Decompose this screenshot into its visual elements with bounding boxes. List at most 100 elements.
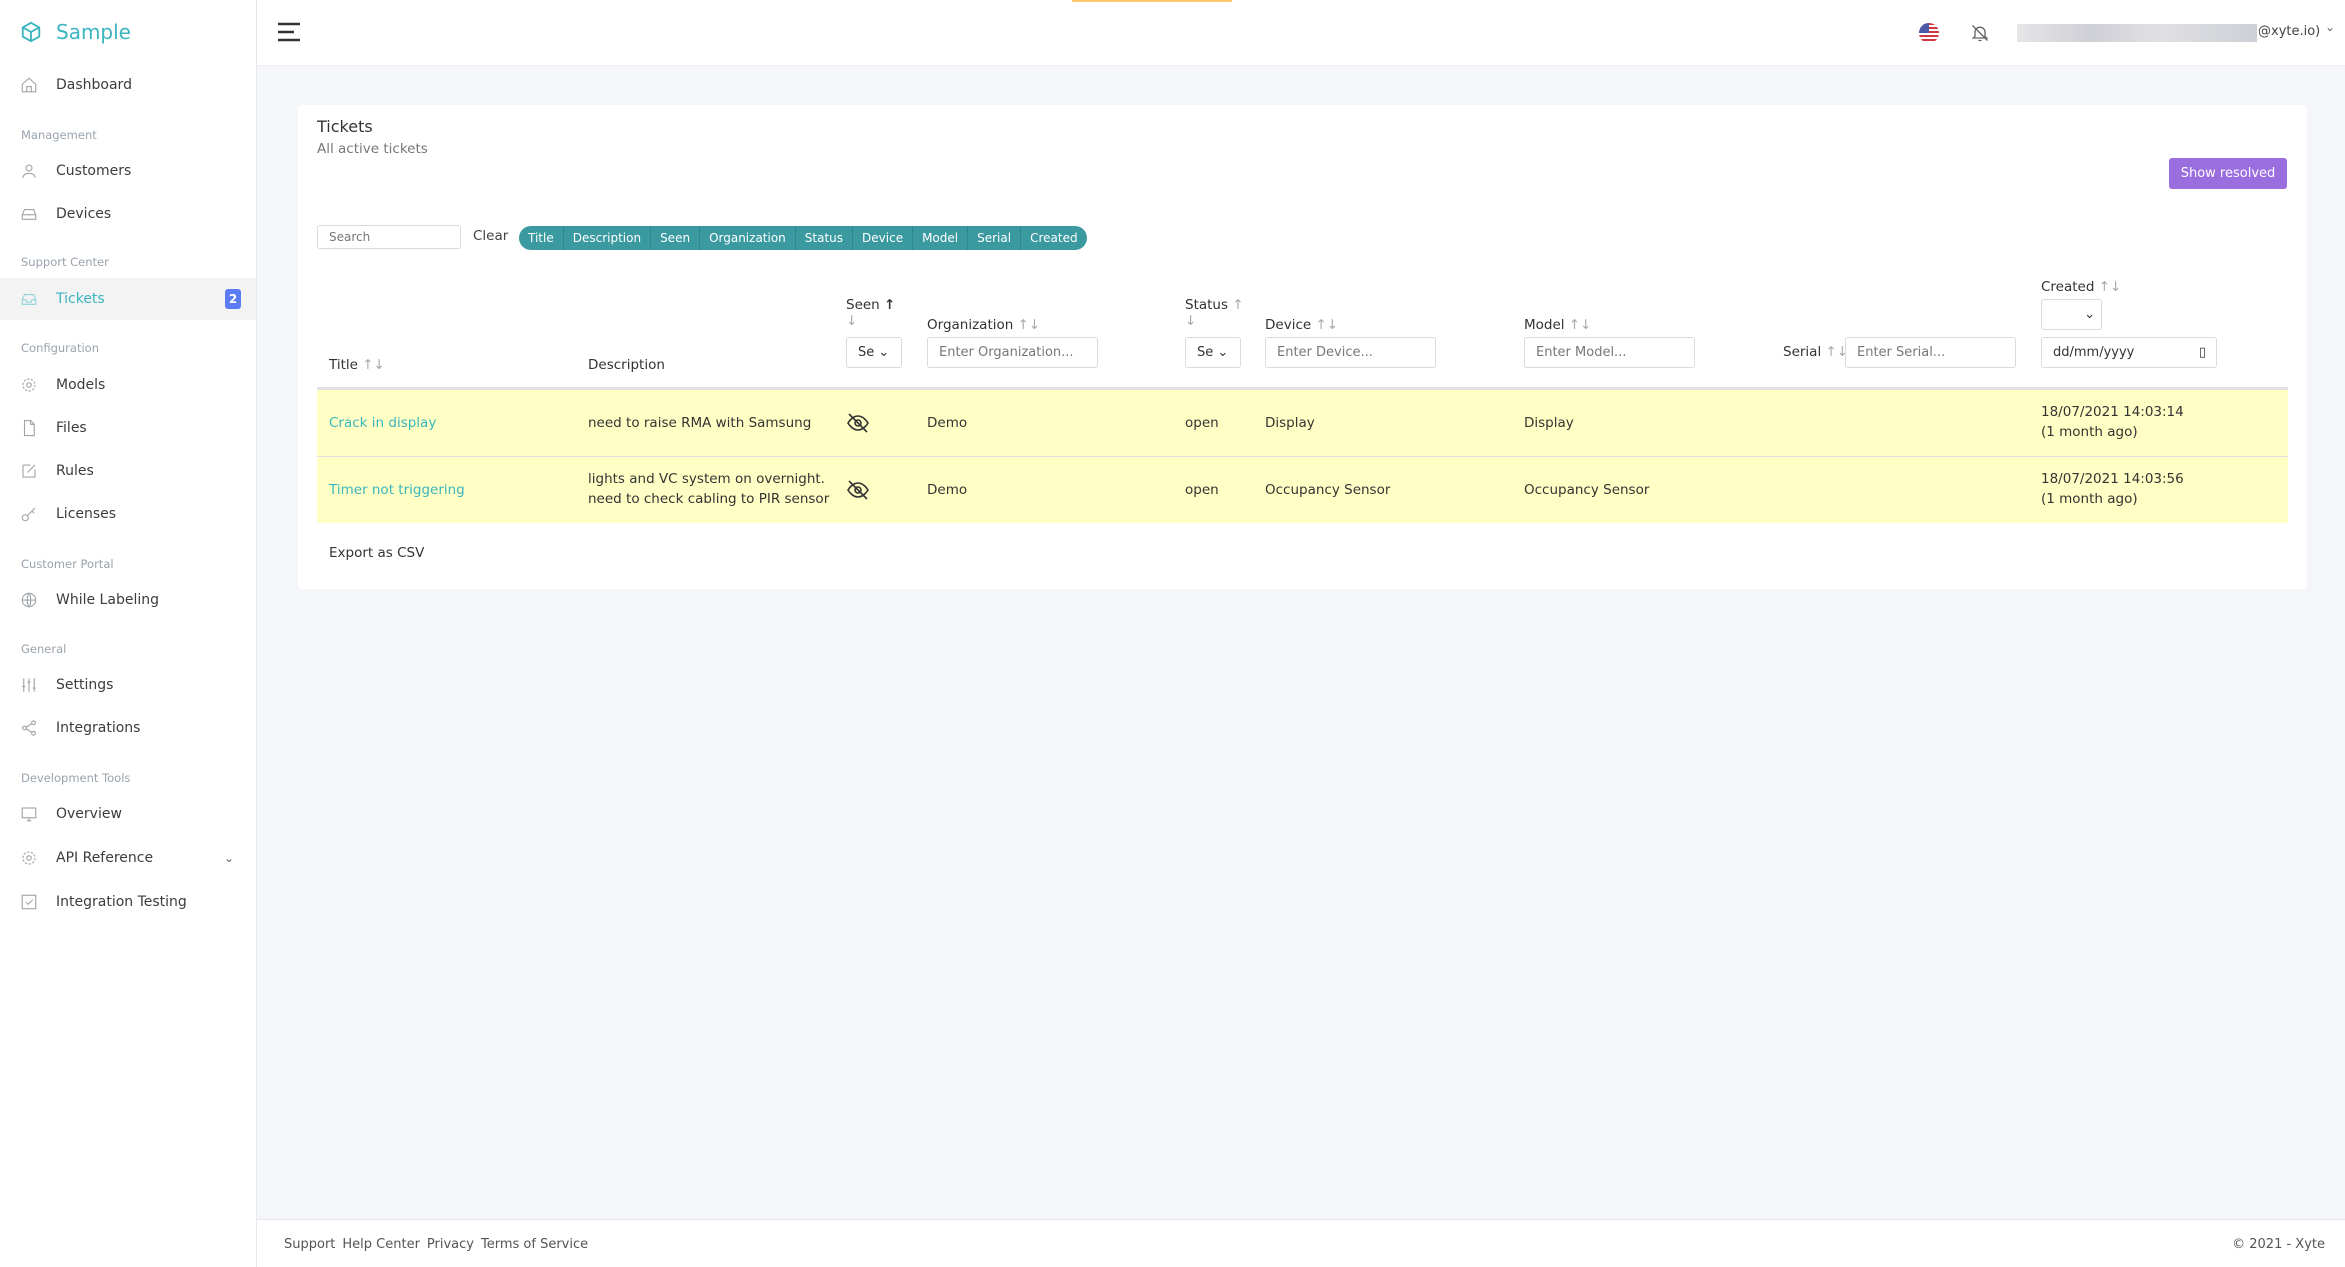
footer-link-help-center[interactable]: Help Center bbox=[342, 1237, 420, 1252]
tickets-count-badge: 2 bbox=[225, 289, 241, 309]
top-bar: @xyte.io) ⌄ bbox=[257, 0, 2345, 65]
sidebar-item-while-labeling[interactable]: While Labeling bbox=[0, 579, 256, 621]
sidebar-item-customers[interactable]: Customers bbox=[0, 150, 256, 192]
sidebar-item-label: Integrations bbox=[56, 720, 141, 736]
brand-name: Sample bbox=[56, 20, 131, 44]
toggle-status[interactable]: Status bbox=[796, 226, 854, 250]
footer-link-terms[interactable]: Terms of Service bbox=[481, 1237, 588, 1252]
ticket-status: open bbox=[1185, 415, 1219, 431]
serial-filter-input[interactable]: Enter Serial... bbox=[1845, 337, 2016, 368]
created-date-input[interactable]: dd/mm/yyyy ▯ bbox=[2041, 337, 2217, 368]
toggle-created[interactable]: Created bbox=[1021, 226, 1087, 250]
chevron-down-icon[interactable]: ⌄ bbox=[2325, 20, 2335, 34]
section-customer-portal: Customer Portal bbox=[21, 557, 114, 571]
header-status[interactable]: Status ↑ ↓ bbox=[1185, 297, 1244, 329]
brand-logo[interactable]: Sample bbox=[20, 20, 131, 44]
sidebar-item-integration-testing[interactable]: Integration Testing bbox=[0, 881, 256, 923]
model-filter-input[interactable]: Enter Model... bbox=[1524, 337, 1695, 368]
chevron-down-icon[interactable]: ⌄ bbox=[224, 851, 234, 865]
ticket-title-link[interactable]: Crack in display bbox=[329, 413, 436, 433]
ticket-created: 18/07/2021 14:03:56 (1 month ago) bbox=[2041, 471, 2184, 507]
sidebar-item-rules[interactable]: Rules bbox=[0, 450, 256, 492]
column-toggle-group: Title Description Seen Organization Stat… bbox=[519, 226, 1087, 250]
section-configuration: Configuration bbox=[21, 341, 99, 355]
toggle-description[interactable]: Description bbox=[564, 226, 652, 250]
eye-off-icon[interactable] bbox=[846, 411, 870, 435]
home-icon bbox=[21, 77, 37, 93]
export-csv-button[interactable]: Export as CSV bbox=[329, 545, 424, 561]
ticket-description: lights and VC system on overnight. need t… bbox=[588, 471, 830, 507]
ticket-model: Display bbox=[1524, 415, 1574, 431]
ticket-created: 18/07/2021 14:03:14 (1 month ago) bbox=[2041, 404, 2184, 440]
header-organization[interactable]: Organization ↑↓ bbox=[927, 317, 1040, 333]
sliders-icon bbox=[22, 678, 36, 692]
toggle-model[interactable]: Model bbox=[913, 226, 969, 250]
sidebar-item-label: Overview bbox=[56, 806, 122, 822]
status-filter-select[interactable]: Se ⌄ bbox=[1185, 337, 1241, 368]
sidebar-item-settings[interactable]: Settings bbox=[0, 664, 256, 706]
sidebar-item-dashboard[interactable]: Dashboard bbox=[0, 64, 256, 106]
seen-filter-select[interactable]: Se ⌄ bbox=[846, 337, 902, 368]
sidebar-item-label: While Labeling bbox=[56, 592, 159, 608]
toggle-serial[interactable]: Serial bbox=[968, 226, 1022, 250]
sidebar-item-devices[interactable]: Devices bbox=[0, 193, 256, 235]
toggle-seen[interactable]: Seen bbox=[651, 226, 701, 250]
sidebar-item-overview[interactable]: Overview bbox=[0, 793, 256, 835]
share-icon bbox=[22, 720, 36, 736]
header-created[interactable]: Created ↑↓ bbox=[2041, 279, 2121, 295]
toggle-title[interactable]: Title bbox=[519, 226, 564, 250]
bell-off-icon[interactable] bbox=[1970, 23, 1990, 43]
user-menu[interactable]: @xyte.io) bbox=[2258, 24, 2320, 39]
inbox-icon bbox=[21, 293, 37, 305]
header-device[interactable]: Device ↑↓ bbox=[1265, 317, 1338, 333]
ticket-organization: Demo bbox=[927, 415, 968, 431]
user-name-blurred bbox=[2017, 24, 2257, 42]
gear-icon bbox=[22, 378, 36, 392]
toggle-organization[interactable]: Organization bbox=[700, 226, 796, 250]
show-resolved-button[interactable]: Show resolved bbox=[2169, 158, 2287, 189]
table-row[interactable]: Timer not triggering lights and VC syste… bbox=[317, 456, 2288, 523]
sidebar-item-integrations[interactable]: Integrations bbox=[0, 707, 256, 749]
section-support-center: Support Center bbox=[21, 255, 109, 269]
footer: Support Help Center Privacy Terms of Ser… bbox=[257, 1219, 2345, 1267]
checkbox-icon bbox=[21, 894, 37, 910]
toggle-device[interactable]: Device bbox=[853, 226, 914, 250]
eye-off-icon[interactable] bbox=[846, 478, 870, 502]
organization-filter-input[interactable]: Enter Organization... bbox=[927, 337, 1098, 368]
footer-link-support[interactable]: Support bbox=[284, 1237, 335, 1252]
sidebar-item-tickets[interactable]: Tickets 2 bbox=[0, 278, 256, 320]
menu-toggle-icon[interactable] bbox=[277, 22, 301, 42]
sidebar-item-label: Devices bbox=[56, 206, 112, 222]
sidebar-item-label: API Reference bbox=[56, 850, 154, 866]
loading-bar bbox=[1072, 0, 1232, 2]
device-icon bbox=[21, 208, 37, 220]
sidebar-item-label: Files bbox=[56, 420, 87, 436]
header-seen[interactable]: Seen ↑ ↓ bbox=[846, 297, 895, 329]
created-filter-select[interactable]: ⌄ bbox=[2041, 299, 2102, 330]
header-model[interactable]: Model ↑↓ bbox=[1524, 317, 1591, 333]
ticket-model: Occupancy Sensor bbox=[1524, 482, 1650, 498]
ticket-organization: Demo bbox=[927, 482, 968, 498]
copyright: © 2021 - Xyte bbox=[2232, 1237, 2325, 1252]
header-title[interactable]: Title ↑↓ bbox=[329, 357, 385, 373]
calendar-icon[interactable]: ▯ bbox=[2199, 345, 2206, 360]
ticket-status: open bbox=[1185, 482, 1219, 498]
header-serial[interactable]: Serial ↑↓ bbox=[1783, 344, 1848, 360]
sidebar-item-models[interactable]: Models bbox=[0, 364, 256, 406]
header-description: Description bbox=[588, 357, 665, 373]
sidebar-item-label: Customers bbox=[56, 163, 132, 179]
device-filter-input[interactable]: Enter Device... bbox=[1265, 337, 1436, 368]
sidebar-item-label: Rules bbox=[56, 463, 94, 479]
clear-button[interactable]: Clear bbox=[473, 228, 508, 244]
footer-link-privacy[interactable]: Privacy bbox=[427, 1237, 474, 1252]
sidebar-item-api-reference[interactable]: API Reference ⌄ bbox=[0, 837, 256, 879]
section-development-tools: Development Tools bbox=[21, 771, 131, 785]
search-input[interactable]: Search bbox=[317, 225, 461, 249]
edit-icon bbox=[22, 464, 36, 478]
sidebar-item-licenses[interactable]: Licenses bbox=[0, 493, 256, 535]
table-row[interactable]: Crack in display need to raise RMA with … bbox=[317, 389, 2288, 456]
monitor-icon bbox=[21, 807, 37, 822]
ticket-title-link[interactable]: Timer not triggering bbox=[329, 480, 465, 500]
sidebar-item-files[interactable]: Files bbox=[0, 407, 256, 449]
us-flag-icon[interactable] bbox=[1919, 23, 1939, 43]
